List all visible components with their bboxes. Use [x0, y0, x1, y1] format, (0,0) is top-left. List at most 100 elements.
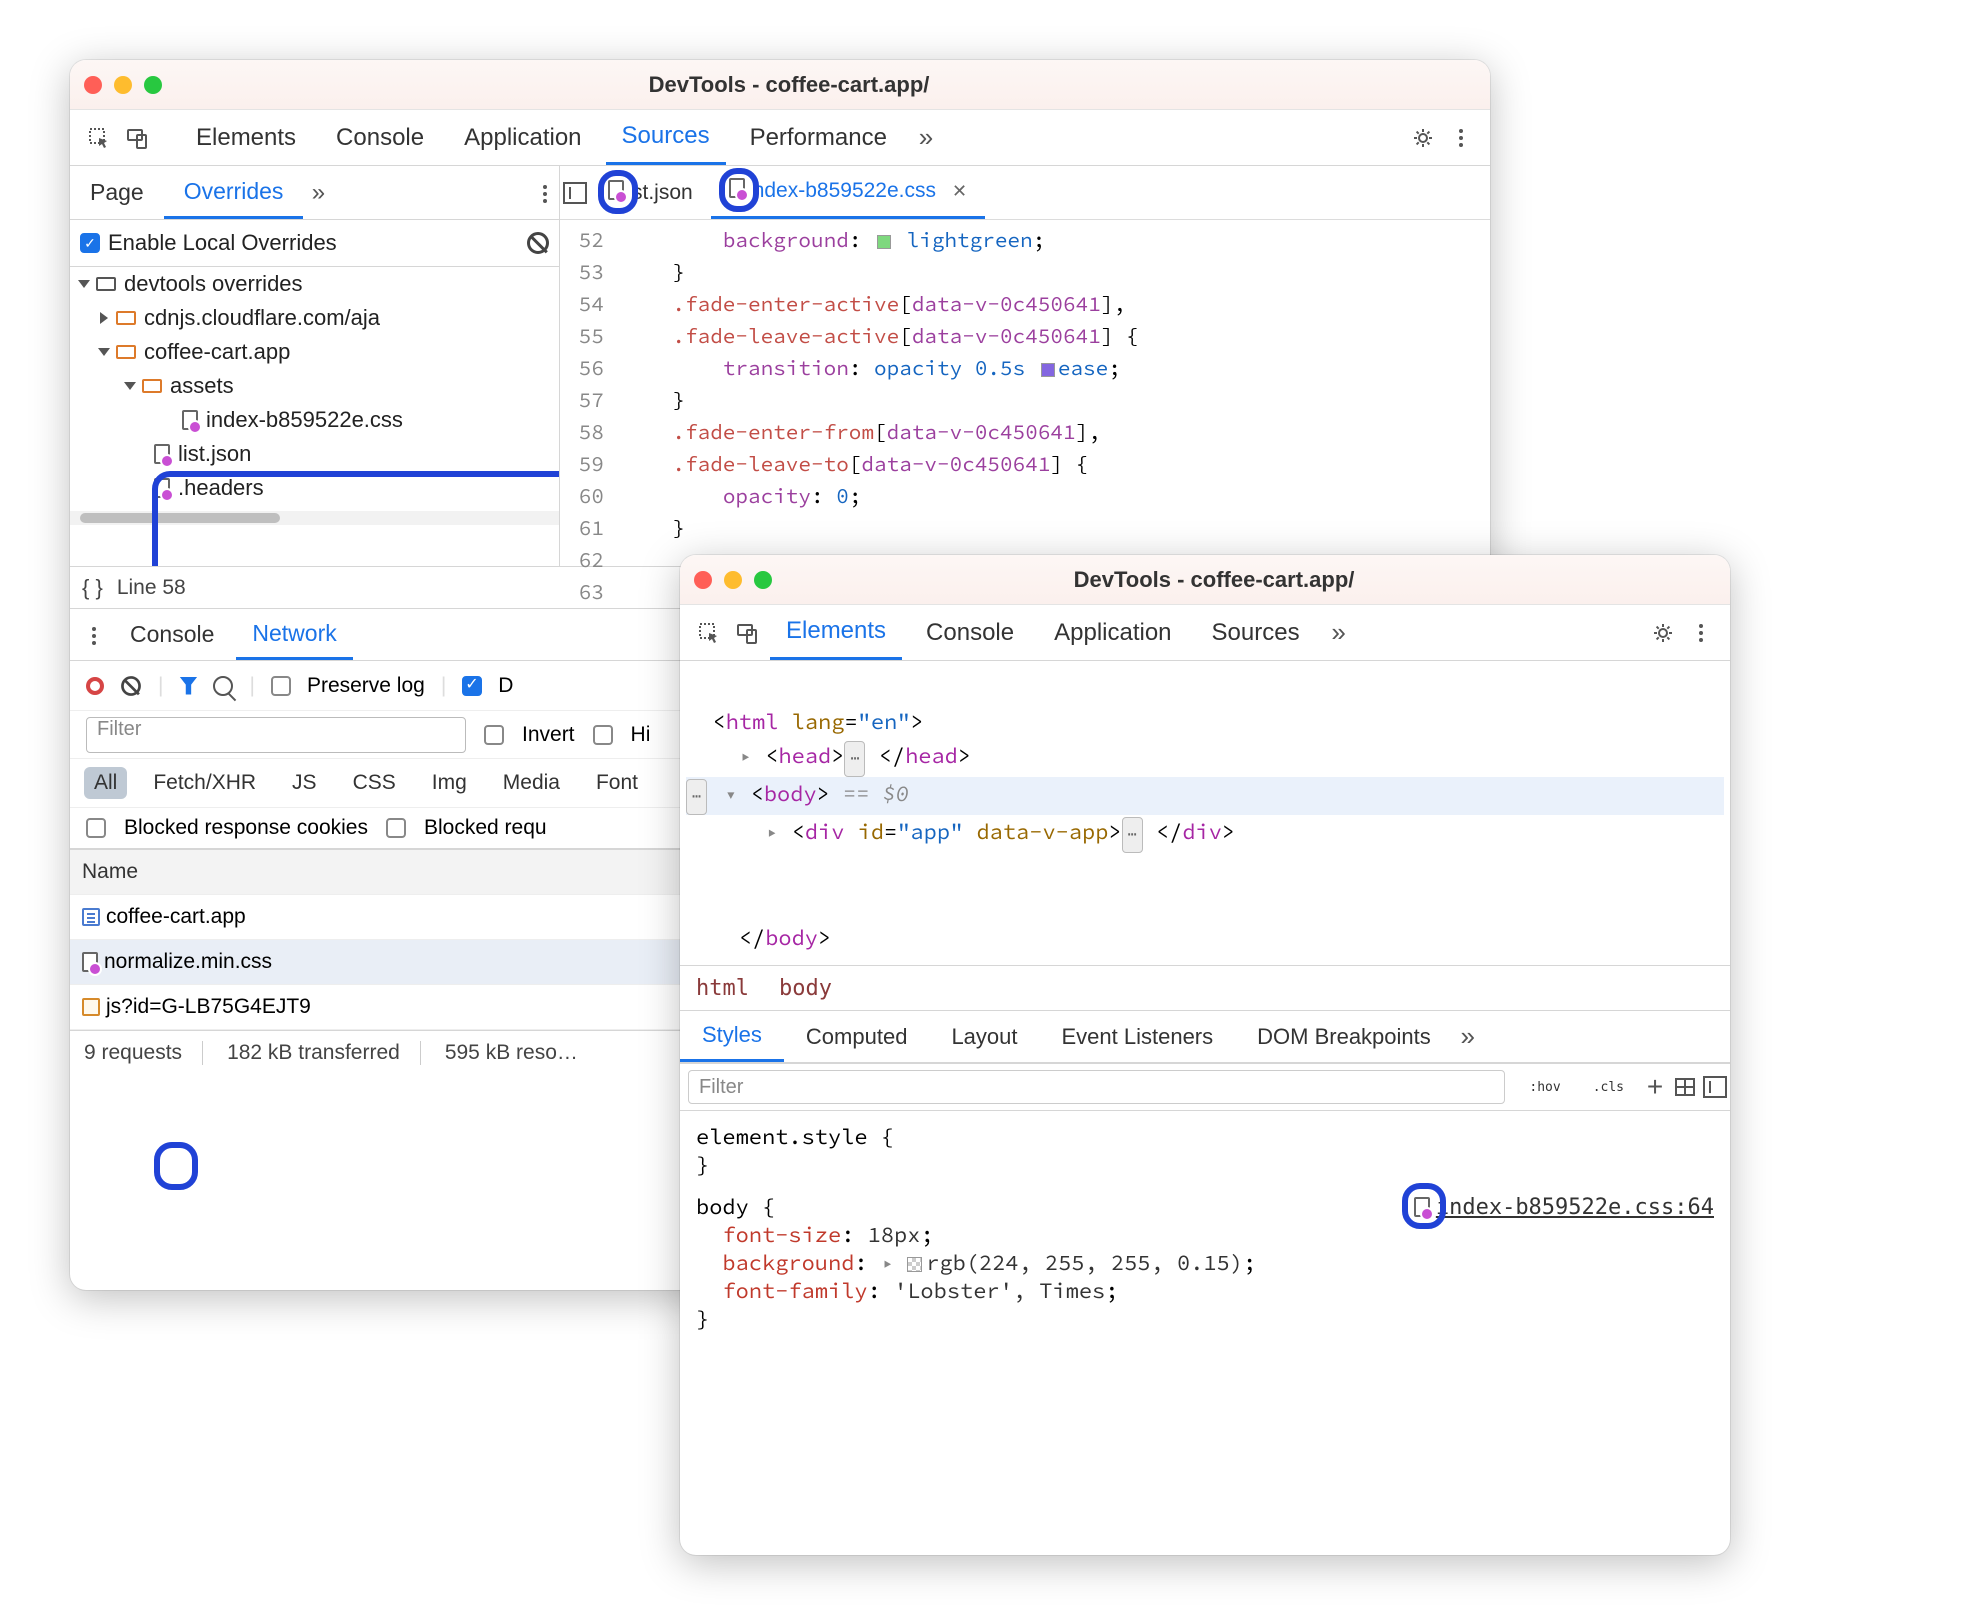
override-file-icon [608, 180, 624, 200]
filetab-list[interactable]: st.json [590, 166, 711, 219]
new-rule-icon[interactable]: + [1640, 1072, 1670, 1102]
traffic-lights [84, 76, 162, 94]
devtools-elements-window: DevTools - coffee-cart.app/ Elements Con… [680, 555, 1730, 1555]
d-label: D [498, 674, 513, 698]
preserve-log-checkbox[interactable] [271, 676, 291, 696]
cls-toggle[interactable]: .cls [1577, 1064, 1640, 1110]
tab-elements[interactable]: Elements [770, 605, 902, 660]
tab-performance[interactable]: Performance [734, 110, 903, 165]
tab-application[interactable]: Application [448, 110, 597, 165]
tab-sources[interactable]: Sources [1196, 605, 1316, 660]
net-type-font[interactable]: Font [586, 767, 648, 799]
net-type-all[interactable]: All [84, 767, 127, 799]
kebab-icon[interactable] [1686, 618, 1716, 648]
style-rules: element.style { } body { index-b859522e.… [680, 1111, 1730, 1345]
hi-label: Hi [631, 723, 651, 747]
tab-dom-breakpoints[interactable]: DOM Breakpoints [1235, 1011, 1453, 1062]
net-filter-input[interactable]: Filter [86, 717, 466, 753]
blocked-req-checkbox[interactable] [386, 818, 406, 838]
titlebar: DevTools - coffee-cart.app/ [70, 60, 1490, 110]
nav-kebab-icon[interactable] [529, 178, 559, 208]
tree-headers-file[interactable]: .headers [70, 471, 559, 505]
sidebar-hscroll[interactable] [70, 511, 559, 525]
tree-root[interactable]: devtools overrides [70, 267, 559, 301]
inspect-icon[interactable] [84, 123, 114, 153]
drawer-tab-console[interactable]: Console [114, 609, 230, 660]
tree-list-file[interactable]: list.json [70, 437, 559, 471]
navigator-sidebar: Page Overrides » ✓ Enable Local Override… [70, 166, 560, 566]
enable-overrides-row[interactable]: ✓ Enable Local Overrides [70, 220, 559, 267]
invert-checkbox[interactable] [484, 725, 504, 745]
tab-sources[interactable]: Sources [606, 110, 726, 165]
net-type-fetch/xhr[interactable]: Fetch/XHR [143, 767, 266, 799]
filter-icon[interactable] [179, 677, 197, 695]
dom-breadcrumb[interactable]: html body [680, 965, 1730, 1011]
net-type-css[interactable]: CSS [343, 767, 406, 799]
more-tabs-icon[interactable]: » [911, 123, 941, 153]
tab-layout[interactable]: Layout [929, 1011, 1039, 1062]
file-tabs: st.json ndex-b859522e.css ✕ [560, 166, 1490, 220]
blocked-cookies-checkbox[interactable] [86, 818, 106, 838]
more-styles-tabs-icon[interactable]: » [1453, 1022, 1483, 1052]
styles-filter-input[interactable]: Filter [688, 1070, 1505, 1104]
flexbox-overlay-icon[interactable] [1670, 1072, 1700, 1102]
tree-assets[interactable]: assets [70, 369, 559, 403]
hov-toggle[interactable]: :hov [1513, 1064, 1576, 1110]
inspect-icon[interactable] [694, 618, 724, 648]
close-tab-icon[interactable]: ✕ [952, 181, 967, 202]
preserve-log-label: Preserve log [307, 674, 425, 698]
tab-computed[interactable]: Computed [784, 1011, 930, 1062]
more-navtabs-icon[interactable]: » [303, 178, 333, 208]
blocked-cookies-label: Blocked response cookies [124, 816, 368, 840]
toggle-nav-icon[interactable] [560, 178, 590, 208]
tab-console[interactable]: Console [320, 110, 440, 165]
window-title: DevTools - coffee-cart.app/ [772, 567, 1656, 593]
tree-site[interactable]: coffee-cart.app [70, 335, 559, 369]
drawer-kebab-icon[interactable] [78, 620, 108, 650]
code-editor[interactable]: 52 background: lightgreen;53 }54 .fade-e… [560, 220, 1490, 612]
drawer-tab-network[interactable]: Network [236, 609, 352, 660]
main-tabs: Elements Console Application Sources Per… [70, 110, 1490, 166]
tab-event-listeners[interactable]: Event Listeners [1040, 1011, 1236, 1062]
tab-console[interactable]: Console [910, 605, 1030, 660]
tab-elements[interactable]: Elements [180, 110, 312, 165]
hide-dataurl-checkbox[interactable] [593, 725, 613, 745]
gear-icon[interactable] [1408, 123, 1438, 153]
clear-icon[interactable] [527, 232, 549, 254]
net-type-media[interactable]: Media [493, 767, 570, 799]
tab-styles[interactable]: Styles [680, 1011, 784, 1062]
invert-label: Invert [522, 723, 575, 747]
minimize-icon[interactable] [724, 571, 742, 589]
override-file-icon [182, 410, 198, 430]
net-type-js[interactable]: JS [282, 767, 327, 799]
tab-application[interactable]: Application [1038, 605, 1187, 660]
disable-cache-checkbox[interactable] [462, 676, 482, 696]
record-icon[interactable] [86, 677, 104, 695]
search-icon[interactable] [213, 676, 233, 696]
enable-overrides-checkbox[interactable]: ✓ [80, 233, 100, 253]
tree-css-file[interactable]: index-b859522e.css [70, 403, 559, 437]
device-icon[interactable] [122, 123, 152, 153]
net-type-img[interactable]: Img [422, 767, 477, 799]
tree-cdn[interactable]: cdnjs.cloudflare.com/aja [70, 301, 559, 335]
minimize-icon[interactable] [114, 76, 132, 94]
override-file-icon [154, 478, 170, 498]
filetab-css[interactable]: ndex-b859522e.css ✕ [711, 166, 985, 219]
device-icon[interactable] [732, 618, 762, 648]
override-file-icon [729, 178, 745, 198]
close-icon[interactable] [84, 76, 102, 94]
clear-log-icon[interactable] [121, 676, 141, 696]
tab-page[interactable]: Page [70, 166, 164, 219]
gear-icon[interactable] [1648, 618, 1678, 648]
close-icon[interactable] [694, 571, 712, 589]
more-tabs-icon[interactable]: » [1324, 618, 1354, 648]
override-file-icon [1414, 1197, 1430, 1217]
kebab-icon[interactable] [1446, 123, 1476, 153]
dom-tree[interactable]: <html lang="en"> ▸ <head>⋯ </head> ⋯ ▾ <… [680, 661, 1730, 965]
main-tabs: Elements Console Application Sources » [680, 605, 1730, 661]
computed-sidebar-icon[interactable] [1700, 1072, 1730, 1102]
zoom-icon[interactable] [754, 571, 772, 589]
tab-overrides[interactable]: Overrides [164, 166, 304, 219]
zoom-icon[interactable] [144, 76, 162, 94]
rule-source-link[interactable]: index-b859522e.css:64 [1436, 1195, 1714, 1220]
